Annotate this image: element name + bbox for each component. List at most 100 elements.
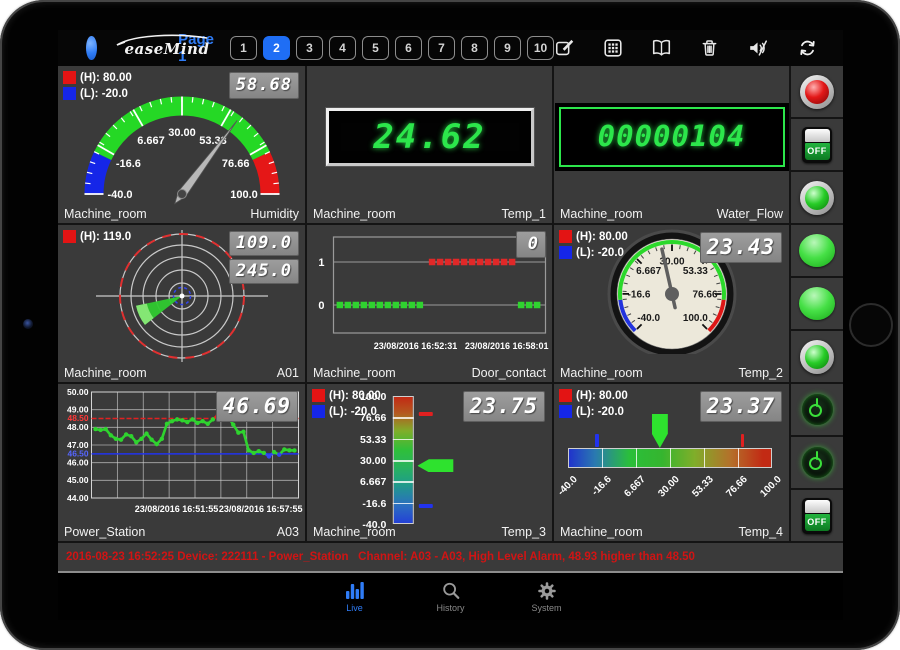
page-button-10[interactable]: 10 bbox=[527, 36, 554, 60]
high-limit-swatch bbox=[559, 230, 572, 243]
high-limit-swatch bbox=[312, 389, 325, 402]
low-limit-swatch bbox=[63, 87, 76, 100]
svg-text:-16.6: -16.6 bbox=[115, 158, 140, 170]
svg-text:46.50: 46.50 bbox=[67, 449, 88, 459]
limit-legend: (H): 80.00 (L): -20.0 bbox=[559, 230, 628, 262]
tab-system[interactable]: System bbox=[525, 581, 569, 613]
power-button[interactable] bbox=[802, 447, 833, 478]
svg-text:6.667: 6.667 bbox=[137, 135, 165, 147]
bar-divider bbox=[602, 448, 604, 468]
off-switch[interactable]: OFF bbox=[802, 127, 832, 163]
page-button-7[interactable]: 7 bbox=[428, 36, 455, 60]
svg-text:44.00: 44.00 bbox=[66, 493, 88, 503]
trash-icon[interactable] bbox=[699, 37, 720, 59]
scale-tick-label: 6.667 bbox=[336, 476, 386, 488]
svg-text:1: 1 bbox=[318, 257, 324, 269]
status-dot bbox=[86, 36, 97, 60]
widget-temp1[interactable]: 24.62 Machine_roomTemp_1 bbox=[307, 66, 552, 223]
page-button-8[interactable]: 8 bbox=[461, 36, 488, 60]
limit-legend: (H): 119.0 bbox=[63, 230, 131, 246]
device-label: Machine_room bbox=[313, 525, 396, 539]
svg-text:50.00: 50.00 bbox=[66, 387, 88, 397]
green-lamp[interactable] bbox=[799, 234, 835, 267]
switch-lever bbox=[805, 500, 830, 513]
page-button-4[interactable]: 4 bbox=[329, 36, 356, 60]
bar-divider bbox=[392, 481, 413, 483]
book-icon[interactable] bbox=[650, 37, 673, 59]
mute-icon[interactable] bbox=[746, 37, 770, 59]
channel-label: Temp_3 bbox=[502, 525, 546, 539]
widget-water-flow[interactable]: 00000104 Machine_roomWater_Flow bbox=[554, 66, 789, 223]
widget-humidity[interactable]: (H): 80.00 (L): -20.0 58.68 -40.0-16.66.… bbox=[58, 66, 305, 223]
svg-text:53.33: 53.33 bbox=[682, 266, 707, 277]
scale-tick-label: 76.66 bbox=[724, 474, 749, 499]
green-led-indicator[interactable] bbox=[800, 340, 834, 374]
device-label: Machine_room bbox=[313, 207, 396, 221]
home-button[interactable] bbox=[849, 303, 893, 347]
widget-temp2[interactable]: (H): 80.00 (L): -20.0 23.43 -40.0-16.66.… bbox=[554, 225, 789, 382]
side-cell bbox=[791, 331, 843, 382]
svg-text:46.00: 46.00 bbox=[66, 457, 88, 467]
side-cell: OFF bbox=[791, 490, 843, 541]
off-switch[interactable]: OFF bbox=[802, 498, 832, 534]
widget-grid: (H): 80.00 (L): -20.0 58.68 -40.0-16.66.… bbox=[58, 66, 789, 541]
magnitude-display: 109.0 bbox=[229, 231, 299, 256]
side-cell bbox=[791, 225, 843, 276]
page-button-2[interactable]: 2 bbox=[263, 36, 290, 60]
bar-divider bbox=[670, 448, 672, 468]
refresh-icon[interactable] bbox=[796, 37, 819, 59]
scale-tick-label: 30.00 bbox=[336, 455, 386, 467]
front-camera bbox=[23, 319, 33, 329]
green-led-indicator[interactable] bbox=[800, 181, 834, 215]
counter-display: 00000104 bbox=[559, 107, 785, 167]
digital-display: 24.62 bbox=[326, 108, 534, 166]
widget-a01[interactable]: (H): 119.0 109.0 245.0 Machine_roomA01 bbox=[58, 225, 305, 382]
channel-label: Water_Flow bbox=[717, 207, 783, 221]
temp4-scale-bar: -40.0-16.66.66730.0053.3376.66100.0 bbox=[566, 412, 778, 530]
value-displays: 109.0 245.0 bbox=[229, 231, 299, 284]
edit-icon[interactable] bbox=[554, 37, 576, 59]
low-limit-swatch bbox=[559, 405, 572, 418]
page-button-9[interactable]: 9 bbox=[494, 36, 521, 60]
widget-a03[interactable]: 46.69 50.0049.0048.0047.0046.0045.0044.0… bbox=[58, 384, 305, 541]
page-button-6[interactable]: 6 bbox=[395, 36, 422, 60]
low-limit-swatch bbox=[312, 405, 325, 418]
page-button-3[interactable]: 3 bbox=[296, 36, 323, 60]
high-limit-label: (H): 80.00 bbox=[329, 390, 381, 402]
power-bar-icon bbox=[816, 398, 819, 407]
device-label: Machine_room bbox=[560, 366, 643, 380]
value-display: 46.69 bbox=[216, 391, 298, 422]
low-limit-swatch bbox=[559, 246, 572, 259]
widget-temp3[interactable]: (H): 80.00 (L): -20.0 23.75 100.076.6653… bbox=[307, 384, 552, 541]
svg-text:0: 0 bbox=[318, 300, 324, 312]
green-lamp[interactable] bbox=[799, 287, 835, 320]
tab-history[interactable]: History bbox=[429, 581, 473, 613]
widget-door-contact[interactable]: 0 1023/08/2016 16:52:3123/08/2016 16:58:… bbox=[307, 225, 552, 382]
tab-live[interactable]: Live bbox=[333, 581, 377, 613]
high-limit-tick bbox=[418, 412, 432, 416]
power-button[interactable] bbox=[802, 394, 833, 425]
channel-label: A03 bbox=[277, 525, 299, 539]
device-label: Machine_room bbox=[64, 366, 147, 380]
svg-text:-40.0: -40.0 bbox=[637, 313, 660, 324]
logo-text: easeMind bbox=[125, 40, 210, 58]
page-button-1[interactable]: 1 bbox=[230, 36, 257, 60]
green-led-bulb bbox=[805, 186, 829, 210]
widget-temp4[interactable]: (H): 80.00 (L): -20.0 23.37 -40.0-16.66.… bbox=[554, 384, 789, 541]
search-icon bbox=[440, 581, 462, 601]
device-label: Machine_room bbox=[560, 525, 643, 539]
bar-divider bbox=[392, 503, 413, 505]
svg-text:6.667: 6.667 bbox=[636, 266, 661, 277]
switch-label: OFF bbox=[805, 143, 830, 160]
low-limit-tick bbox=[595, 434, 599, 447]
keypad-icon[interactable] bbox=[602, 37, 624, 59]
high-limit-swatch bbox=[63, 230, 76, 243]
limit-legend: (H): 80.00 (L): -20.0 bbox=[312, 389, 381, 421]
bar-divider bbox=[738, 448, 740, 468]
side-cell: OFF bbox=[791, 119, 843, 170]
screenshot-stage: easeMind Page 1 1 2 3 4 5 6 7 8 9 10 bbox=[0, 0, 900, 650]
page-button-5[interactable]: 5 bbox=[362, 36, 389, 60]
high-limit-tick bbox=[741, 434, 745, 447]
red-led-indicator[interactable] bbox=[800, 75, 834, 109]
high-limit-label: (H): 80.00 bbox=[576, 231, 628, 243]
